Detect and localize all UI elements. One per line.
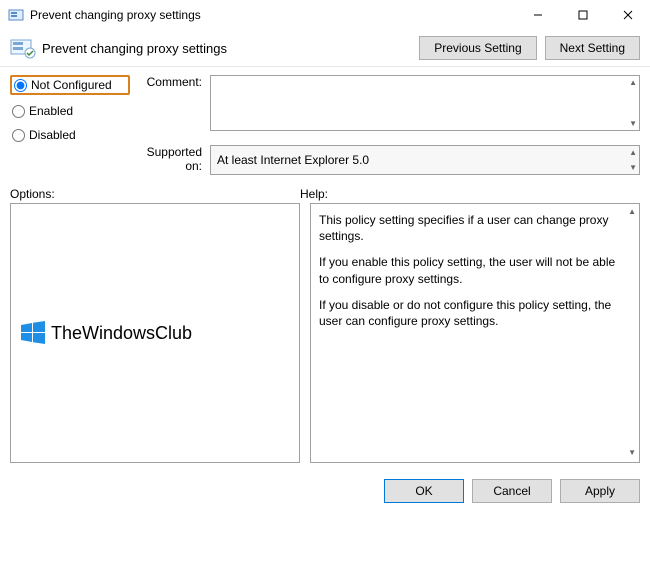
scroll-down-icon[interactable]: ▼ [628,448,636,459]
window-title: Prevent changing proxy settings [30,8,515,22]
help-text-3: If you disable or do not configure this … [319,297,621,329]
title-bar: Prevent changing proxy settings [0,0,650,30]
footer: OK Cancel Apply [0,469,650,513]
watermark-text: TheWindowsClub [51,323,192,344]
options-pane: TheWindowsClub [10,203,300,463]
supported-on-label: Supported on: [130,145,202,175]
radio-enabled[interactable]: Enabled [10,103,130,119]
previous-setting-button[interactable]: Previous Setting [419,36,536,60]
radio-not-configured[interactable]: Not Configured [10,75,130,95]
header-label: Prevent changing proxy settings [42,41,411,56]
radio-not-configured-input[interactable] [14,79,27,92]
radio-not-configured-label: Not Configured [31,78,112,92]
help-label: Help: [300,187,328,201]
close-button[interactable] [605,0,650,30]
windows-logo-icon [19,319,47,347]
supported-on-value: At least Internet Explorer 5.0 [217,153,369,167]
scroll-down-icon[interactable]: ▼ [629,119,637,128]
scroll-up-icon[interactable]: ▲ [629,78,637,87]
app-icon [8,7,24,23]
watermark: TheWindowsClub [19,319,192,347]
state-radio-group: Not Configured Enabled Disabled [10,75,130,175]
help-text-1: This policy setting specifies if a user … [319,212,621,244]
help-text-2: If you enable this policy setting, the u… [319,254,621,286]
radio-disabled[interactable]: Disabled [10,127,130,143]
comment-label: Comment: [130,75,202,131]
comment-field[interactable]: ▲ ▼ [210,75,640,131]
options-label: Options: [10,187,300,201]
minimize-button[interactable] [515,0,560,30]
help-pane: This policy setting specifies if a user … [310,203,640,463]
next-setting-button[interactable]: Next Setting [545,36,640,60]
cancel-button[interactable]: Cancel [472,479,552,503]
radio-enabled-input[interactable] [12,105,25,118]
maximize-button[interactable] [560,0,605,30]
scroll-up-icon[interactable]: ▲ [629,148,637,157]
scroll-down-icon[interactable]: ▼ [629,163,637,172]
scroll-up-icon[interactable]: ▲ [628,207,636,218]
radio-enabled-label: Enabled [29,104,73,118]
supported-on-field: At least Internet Explorer 5.0 ▲ ▼ [210,145,640,175]
header: Prevent changing proxy settings Previous… [0,30,650,67]
radio-disabled-label: Disabled [29,128,76,142]
apply-button[interactable]: Apply [560,479,640,503]
policy-icon [10,37,36,59]
radio-disabled-input[interactable] [12,129,25,142]
ok-button[interactable]: OK [384,479,464,503]
